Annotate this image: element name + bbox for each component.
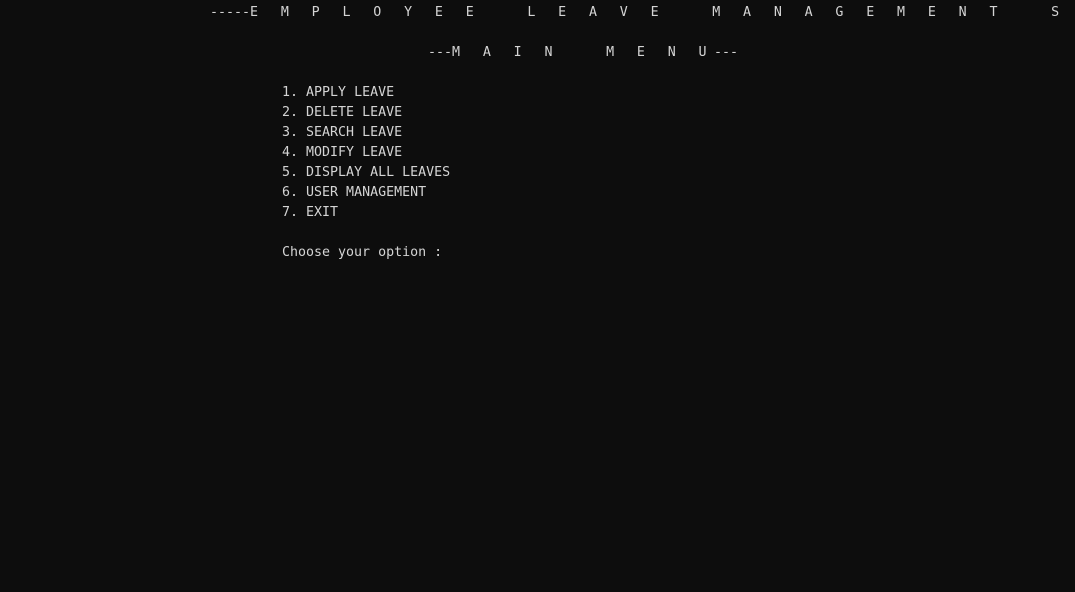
menu-option-label: MODIFY LEAVE bbox=[306, 145, 403, 160]
system-title-banner: -----E M P L O Y E E L E A V E M A N A G… bbox=[210, 3, 1075, 23]
menu-option-gap bbox=[298, 125, 306, 140]
menu-option-number: 6. bbox=[282, 185, 299, 200]
option-prompt-text: Choose your option : bbox=[282, 245, 443, 260]
terminal-screen[interactable]: -----E M P L O Y E E L E A V E M A N A G… bbox=[0, 0, 1075, 592]
menu-option-label: EXIT bbox=[306, 205, 339, 220]
menu-option-search-leave[interactable]: 3. SEARCH LEAVE bbox=[282, 123, 402, 143]
menu-option-delete-leave[interactable]: 2. DELETE LEAVE bbox=[282, 103, 402, 123]
menu-option-label: DELETE LEAVE bbox=[306, 105, 403, 120]
menu-option-number: 1. bbox=[282, 85, 299, 100]
system-title-text: E M P L O Y E E L E A V E M A N A G E M … bbox=[250, 5, 1067, 20]
menu-option-label: APPLY LEAVE bbox=[306, 85, 395, 100]
menu-option-exit[interactable]: 7. EXIT bbox=[282, 203, 338, 223]
menu-option-display-all-leaves[interactable]: 5. DISPLAY ALL LEAVES bbox=[282, 163, 450, 183]
menu-option-gap bbox=[298, 185, 306, 200]
menu-option-number: 3. bbox=[282, 125, 299, 140]
menu-option-gap bbox=[298, 145, 306, 160]
menu-option-label: SEARCH LEAVE bbox=[306, 125, 403, 140]
menu-option-label: DISPLAY ALL LEAVES bbox=[306, 165, 451, 180]
menu-option-number: 2. bbox=[282, 105, 299, 120]
menu-option-number: 7. bbox=[282, 205, 299, 220]
menu-option-user-management[interactable]: 6. USER MANAGEMENT bbox=[282, 183, 426, 203]
subtitle-dashes-left: --- bbox=[428, 45, 453, 60]
menu-option-label: USER MANAGEMENT bbox=[306, 185, 427, 200]
menu-option-number: 4. bbox=[282, 145, 299, 160]
menu-option-apply-leave[interactable]: 1. APPLY LEAVE bbox=[282, 83, 394, 103]
menu-option-gap bbox=[298, 85, 306, 100]
main-menu-heading-text: M A I N M E N U bbox=[452, 45, 714, 60]
option-prompt[interactable]: Choose your option : bbox=[282, 243, 442, 263]
menu-option-number: 5. bbox=[282, 165, 299, 180]
menu-option-gap bbox=[298, 105, 306, 120]
title-dashes-left: ----- bbox=[210, 5, 251, 20]
main-menu-heading: ---M A I N M E N U--- bbox=[428, 43, 738, 63]
menu-option-gap bbox=[298, 165, 306, 180]
subtitle-dashes-right: --- bbox=[713, 45, 738, 60]
menu-option-gap bbox=[298, 205, 306, 220]
menu-option-modify-leave[interactable]: 4. MODIFY LEAVE bbox=[282, 143, 402, 163]
